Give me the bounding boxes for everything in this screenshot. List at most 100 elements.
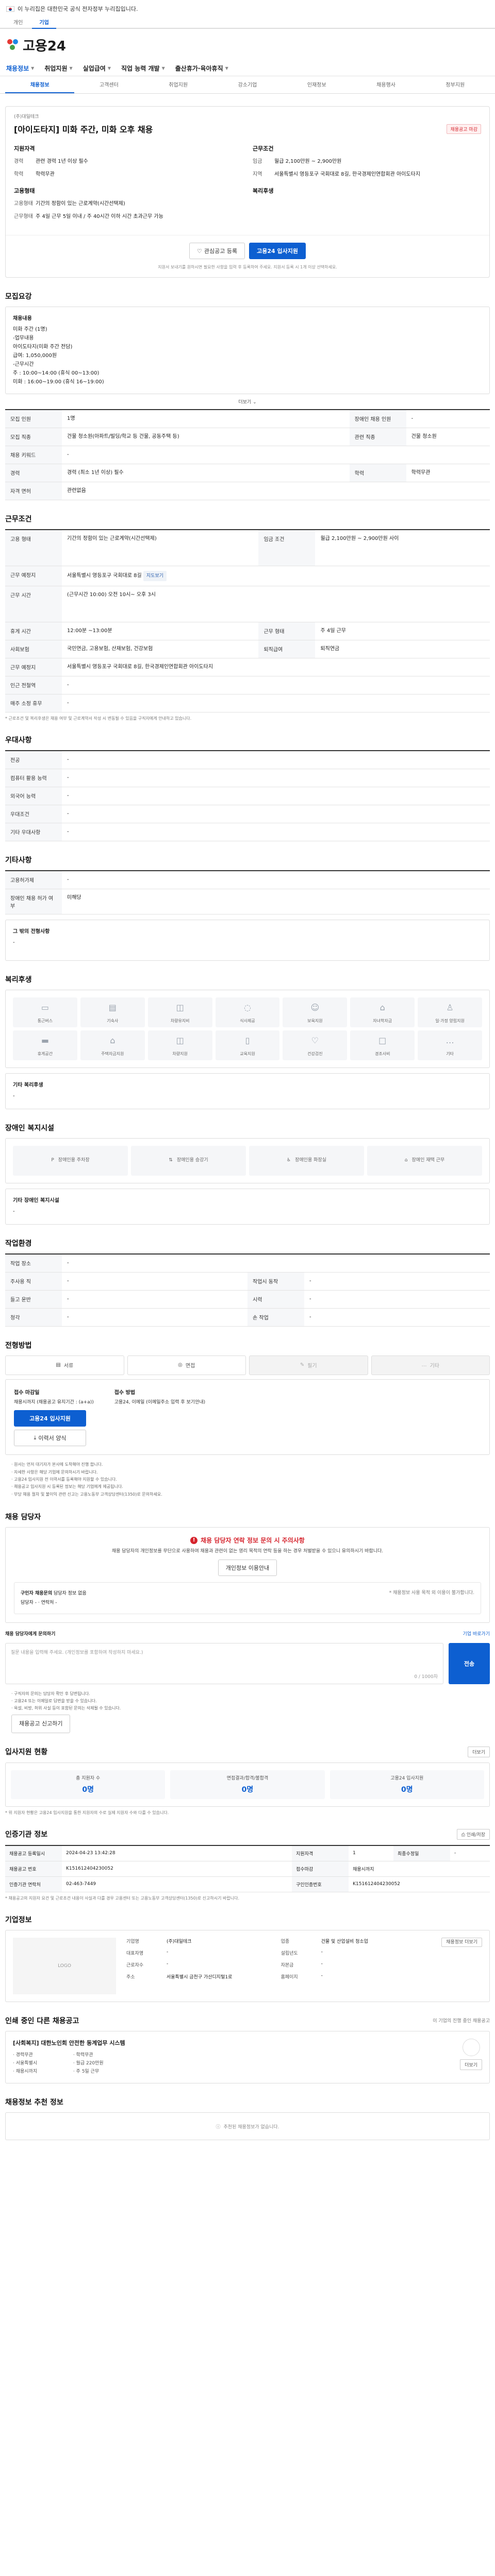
method-steps: ▤ 서류 ◎ 면접 ✎ 필기 … 기타	[5, 1355, 490, 1375]
status-badge: 채용공고 마감	[447, 124, 481, 134]
related-job-title: [사회복지] 대한노인회 안전한 동계업무 시스템	[13, 2039, 125, 2046]
summary-conditions: 근무조건 임금 월급 2,100만원 ~ 2,900만원 지역 서울특별시 영등포구…	[253, 145, 421, 194]
facility-item: ⇅ 장애인용 승강기	[131, 1145, 246, 1176]
resume-form-button[interactable]: ⤓ 이력서 양식	[14, 1430, 86, 1447]
qa-textarea[interactable]: 질문 내용을 입력해 주세요. (개인정보를 포함하여 작성하지 마세요.) 0…	[5, 1642, 443, 1684]
stat-item: 총 지원자 수 0명	[11, 1770, 166, 1799]
site-header: 고용24	[0, 29, 495, 61]
subtab-events[interactable]: 채용행사	[351, 76, 420, 93]
privacy-info-button[interactable]: 개인정보 이용안내	[218, 1559, 277, 1576]
nav-jobs[interactable]: 채용정보 ▼	[6, 64, 34, 73]
env-section: 작업환경 작업 장소 - 주사용 직 - 작업시 동작 - 들고 운반 - 시력 - 청각 - 손…	[5, 1238, 490, 1327]
stat-item: 면접결과/합격/불합격 0명	[170, 1770, 325, 1799]
qa-submit-button[interactable]: 전송	[449, 1642, 490, 1684]
report-button[interactable]: 채용공고 신고하기	[11, 1714, 71, 1733]
sofa-icon: ▬	[41, 1035, 49, 1045]
company-logo-icon	[462, 2038, 480, 2056]
nav-employment-support[interactable]: 취업지원 ▼	[44, 64, 72, 73]
section-title: 채용정보 추천 정보	[5, 2098, 63, 2107]
chevron-down-icon: ▼	[31, 66, 35, 71]
map-button[interactable]: 지도보기	[143, 570, 167, 581]
subtab-strong-company[interactable]: 강소기업	[213, 76, 282, 93]
welfare-item: ▭ 통근버스	[13, 997, 77, 1027]
korea-flag-icon	[6, 6, 14, 12]
stat-item: 고용24 입사지원 0명	[329, 1770, 484, 1799]
company-jobs-button[interactable]: 채용정보 더보기	[441, 1937, 482, 1947]
pencil-icon: ✎	[300, 1362, 305, 1368]
recruit-content-box: 채용내용 미화 주간 (1명) -업무내용 아이도타지(미화 주간 전담) 급여…	[5, 307, 490, 394]
stats-more-button[interactable]: 더보기	[468, 1746, 490, 1757]
company-link[interactable]: 기업 바로가기	[463, 1630, 490, 1637]
chat-icon: ◎	[178, 1362, 183, 1368]
qa-form: 질문 내용을 입력해 주세요. (개인정보를 포함하여 작성하지 마세요.) 0…	[5, 1642, 490, 1684]
user-type-tabs: 개인 기업	[0, 18, 495, 29]
print-button[interactable]: ⎙ 인쇄/저장	[456, 1828, 490, 1840]
related-more-button[interactable]: 더보기	[460, 2059, 482, 2070]
work-note: * 근로조건 및 복리후생은 채용 여부 및 근로계약서 작성 시 변동될 수 …	[5, 716, 192, 721]
welfare-item: ▤ 기숙사	[80, 997, 145, 1027]
job-title: [아이도타지] 미화 주간, 미화 오후 채용	[14, 125, 153, 134]
summary-qualification: 지원자격 경력 관련 경력 1년 이상 필수 학력 학력무관 고용형태 고용형태 기간…	[14, 145, 163, 219]
method-notes: · 원서는 먼저 대기자가 본사에 도착해야 진행 합니다. · 자세한 사항은…	[11, 1462, 162, 1497]
step-interview: ◎ 면접	[127, 1355, 246, 1375]
company-logo: LOGO	[13, 1937, 116, 1994]
facility-item: P 장애인용 주차장	[13, 1145, 128, 1176]
etc-section: 기타사항 고용허가제 - 장애인 채용 허가 여부 미해당 그 밖의 전형사항 -	[5, 855, 490, 961]
parking-icon: P	[51, 1158, 54, 1163]
tab-individual[interactable]: 개인	[6, 16, 30, 28]
nav-unemployment-benefit[interactable]: 실업급여 ▼	[83, 64, 111, 73]
subtab-customer[interactable]: 고객센터	[74, 76, 143, 93]
welfare-item: □ 경조사비	[350, 1030, 415, 1060]
chevron-down-icon: ▼	[161, 66, 165, 71]
logo-icon[interactable]	[7, 39, 19, 50]
welfare-item: ♙ 일·가정 양립지원	[418, 997, 482, 1027]
car-icon: ◫	[176, 1035, 184, 1045]
nav-vocational-training[interactable]: 직업 능력 개발 ▼	[121, 64, 165, 73]
section-title: 작업환경	[5, 1239, 32, 1248]
section-title: 인증기관 정보	[5, 1831, 48, 1839]
more-icon: …	[446, 1035, 454, 1045]
subtab-support[interactable]: 취업지원	[144, 76, 213, 93]
apply-button[interactable]: 고용24 입사지원	[14, 1410, 86, 1427]
subtab-talent[interactable]: 인재정보	[282, 76, 351, 93]
disabled-grid: P 장애인용 주차장 ⇅ 장애인용 승강기 ♿ 장애인용 화장실 ⌂ 장애인 재택 근무	[13, 1145, 482, 1176]
stats-row: 총 지원자 수 0명 면접결과/합격/불합격 0명 고용24 입사지원 0명	[5, 1762, 490, 1807]
work-section: 근무조건 고용 형태 기간의 정함이 있는 근로계약(시간선택제) 임금 조건 월급 …	[5, 514, 490, 721]
section-title: 입사지원 현황	[5, 1748, 48, 1757]
section-title: 복리후생	[5, 975, 32, 984]
welfare-section: 복리후생 ▭ 통근버스 ▤ 기숙사 ◫ 차량유지비 ◌ 식사제공 ☺ 보육지원 ⌂ 자녀학자…	[5, 974, 490, 1109]
baby-icon: ☺	[310, 1002, 320, 1012]
welfare-item: ▬ 휴게공간	[13, 1030, 77, 1060]
disabled-etc-box: 기타 장애인 복지시설 -	[5, 1188, 490, 1225]
print-icon: ⎙	[461, 1832, 465, 1838]
welfare-item: … 기타	[418, 1030, 482, 1060]
step-document: ▤ 서류	[5, 1355, 124, 1375]
contact-section: 채용 담당자 ! 채용 담당자 연락 정보 문의 시 주의사항 채용 담당자의 개…	[5, 1512, 490, 1733]
more-button[interactable]: 더보기 ⌄	[5, 398, 490, 405]
chevron-down-icon: ⌄	[253, 400, 257, 405]
gov-banner-text: 이 누리집은 대한민국 공식 전자정부 누리집입니다.	[18, 6, 138, 12]
interest-button[interactable]: ♡ 관심공고 등록	[189, 243, 245, 259]
toilet-icon: ♿	[287, 1158, 291, 1163]
related-job-item[interactable]: [사회복지] 대한노인회 안전한 동계업무 시스템 · 경력무관 · 학력무관 ·…	[5, 2030, 490, 2084]
site-logo[interactable]: 고용24	[23, 36, 66, 55]
download-icon: ⤓	[34, 1434, 37, 1442]
etc-table: 고용허가제 - 장애인 채용 허가 여부 미해당	[5, 870, 490, 914]
company-name: (주)대일테크	[14, 114, 39, 120]
subtab-gov-support[interactable]: 정부지원	[421, 76, 490, 93]
welfare-item: ▯ 교육지원	[215, 1030, 280, 1060]
section-title: 채용 담당자	[5, 1513, 41, 1522]
contact-notes: · 구직자의 문의는 담당자 확인 후 답변됩니다. · 고용24 또는 이메일…	[5, 1690, 490, 1733]
job-summary-card: (주)대일테크 [아이도타지] 미화 주간, 미화 오후 채용 채용공고 마감 …	[5, 106, 490, 278]
prefer-section: 우대사항 전공 - 컴퓨터 활용 능력 - 외국어 능력 - 우대조건 - 기타 우대사…	[5, 735, 490, 841]
book-icon: ▯	[245, 1035, 250, 1045]
nav-parental-leave[interactable]: 출산휴가·육아휴직 ▼	[175, 64, 228, 73]
chevron-down-icon: ▼	[225, 66, 228, 71]
section-title: 전형방법	[5, 1341, 32, 1350]
bus-icon: ▭	[41, 1002, 49, 1012]
welfare-item: ⌂ 주택자금지원	[80, 1030, 145, 1060]
tab-company[interactable]: 기업	[32, 16, 56, 29]
main-nav: 채용정보 ▼ 취업지원 ▼ 실업급여 ▼ 직업 능력 개발 ▼ 출산휴가·육아휴직 ▼	[0, 61, 495, 76]
subtab-jobs[interactable]: 채용정보	[5, 76, 75, 93]
apply-button[interactable]: 고용24 입사지원	[249, 243, 306, 259]
